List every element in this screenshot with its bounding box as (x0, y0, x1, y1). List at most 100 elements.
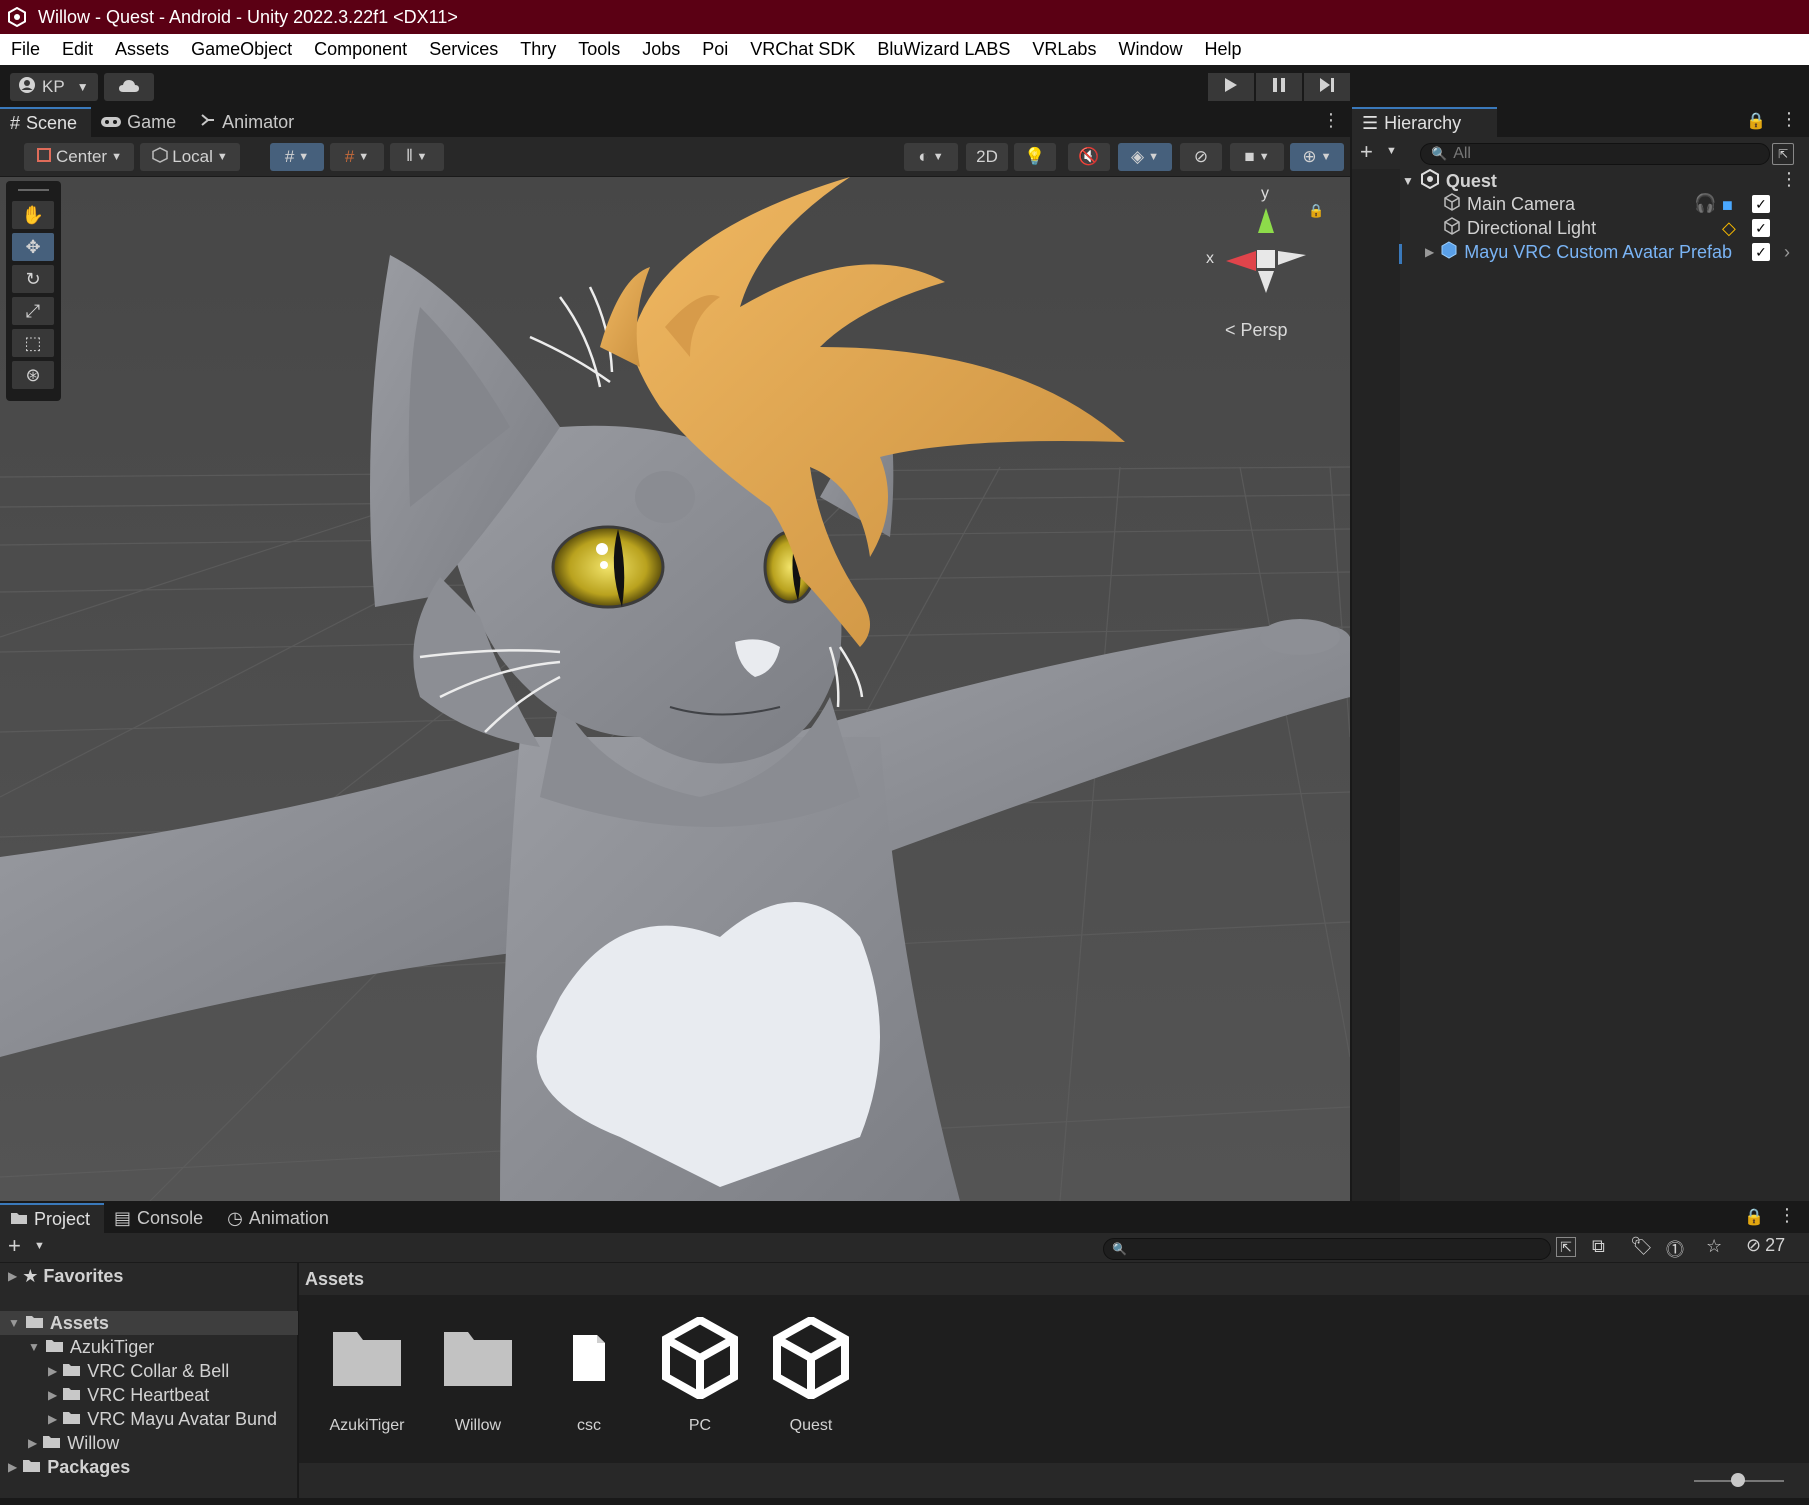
tree-willow[interactable]: ▶ Willow (28, 1431, 119, 1455)
icon-size-slider-thumb[interactable] (1731, 1473, 1745, 1487)
scale-tool-button[interactable]: ⤢ (12, 297, 54, 325)
hidden-packages-toggle[interactable]: ⊘ 27 (1746, 1235, 1785, 1256)
asset-item[interactable]: AzukiTiger (312, 1310, 422, 1435)
expand-arrow-icon[interactable]: ▼ (28, 1340, 40, 1354)
asset-item[interactable]: Willow (423, 1310, 533, 1435)
pivot-mode-dropdown[interactable]: Center ▼ (24, 143, 134, 171)
gizmo-y-axis[interactable] (1258, 208, 1274, 233)
lock-icon[interactable]: 🔒 (1744, 1207, 1764, 1227)
project-menu-icon[interactable]: ⋮ (1778, 1205, 1796, 1226)
menu-tools[interactable]: Tools (567, 39, 631, 60)
chevron-down-icon[interactable]: ▼ (34, 1240, 45, 1252)
menu-help[interactable]: Help (1193, 39, 1252, 60)
expand-arrow-icon[interactable]: ▶ (48, 1412, 57, 1426)
chevron-right-icon[interactable]: › (1784, 242, 1790, 263)
tab-game[interactable]: Game (91, 107, 190, 137)
expand-arrow-icon[interactable]: ▶ (1425, 245, 1434, 259)
gizmo-lock-icon[interactable]: 🔒 (1308, 203, 1324, 219)
hierarchy-menu-icon[interactable]: ⋮ (1780, 109, 1798, 130)
active-checkbox[interactable]: ✓ (1752, 219, 1770, 237)
move-tool-button[interactable]: ✥ (12, 233, 54, 261)
rotate-tool-button[interactable]: ↻ (12, 265, 54, 293)
label-tag-icon[interactable]: 🏷 (1630, 1236, 1653, 1257)
expand-arrow-icon[interactable]: ▼ (8, 1316, 20, 1330)
menu-services[interactable]: Services (418, 39, 509, 60)
menu-bluwizard-labs[interactable]: BluWizard LABS (866, 39, 1021, 60)
create-plus-button[interactable]: + (1360, 139, 1373, 165)
tab-animator[interactable]: Animator (190, 107, 308, 137)
scene-menu-icon[interactable]: ⋮ (1780, 169, 1798, 190)
transform-tool-button[interactable]: ⊛ (12, 361, 54, 389)
tree-packages[interactable]: ▶ Packages (8, 1455, 130, 1479)
expand-arrow-icon[interactable]: ▶ (48, 1388, 57, 1402)
hierarchy-item-avatar-prefab[interactable]: ▶ Mayu VRC Custom Avatar Prefab (1425, 240, 1745, 264)
tree-favorites[interactable]: ▶ ★ Favorites (8, 1264, 123, 1288)
menu-edit[interactable]: Edit (51, 39, 104, 60)
hierarchy-search-input[interactable]: 🔍 All (1420, 143, 1770, 165)
warning-icon[interactable]: ⓵ (1666, 1236, 1684, 1262)
expand-arrow-icon[interactable]: ▶ (8, 1269, 17, 1283)
expand-arrow-icon[interactable]: ▶ (48, 1364, 57, 1378)
grid-snap-toggle[interactable]: # ▼ (270, 143, 324, 171)
tab-hierarchy[interactable]: ☰ Hierarchy (1352, 107, 1497, 137)
gizmo-neg-y-axis[interactable] (1258, 271, 1274, 293)
asset-item[interactable]: csc (534, 1310, 644, 1435)
create-plus-button[interactable]: + (8, 1233, 21, 1259)
tree-azukitiger[interactable]: ▼ AzukiTiger (28, 1335, 154, 1359)
hand-tool-button[interactable]: ✋ (12, 201, 54, 229)
rect-tool-button[interactable]: ⬚ (12, 329, 54, 357)
search-scope-icon[interactable]: ⇱ (1556, 1237, 1576, 1257)
asset-item[interactable]: PC (645, 1310, 755, 1435)
menu-poi[interactable]: Poi (691, 39, 739, 60)
project-search-input[interactable]: 🔍 (1103, 1238, 1551, 1260)
audio-toggle[interactable]: 🔇 (1068, 143, 1110, 171)
active-checkbox[interactable]: ✓ (1752, 195, 1770, 213)
step-button[interactable] (1304, 73, 1350, 101)
cloud-button[interactable] (104, 73, 154, 101)
effects-toggle[interactable]: ◈ ▼ (1118, 143, 1172, 171)
scene-panel-menu-icon[interactable]: ⋮ (1322, 110, 1340, 131)
visibility-toggle[interactable]: ⊘ (1180, 143, 1222, 171)
pivot-rotation-dropdown[interactable]: Local ▼ (140, 143, 240, 171)
hierarchy-item-main-camera[interactable]: Main Camera (1443, 192, 1575, 216)
camera-settings-dropdown[interactable]: ■ ▼ (1230, 143, 1284, 171)
breadcrumb-assets[interactable]: Assets (305, 1269, 364, 1290)
menu-vrlabs[interactable]: VRLabs (1021, 39, 1107, 60)
menu-file[interactable]: File (0, 39, 51, 60)
scene-viewport[interactable] (0, 177, 1350, 1201)
ruler-toggle[interactable]: 𝍪 ▼ (390, 143, 444, 171)
gizmo-center-cube[interactable] (1257, 250, 1275, 268)
gizmos-toggle[interactable]: ⊕ ▼ (1290, 143, 1344, 171)
shading-mode-dropdown[interactable]: ◐ ▼ (904, 143, 958, 171)
tab-scene[interactable]: # Scene (0, 107, 92, 137)
account-dropdown[interactable]: KP ▼ (10, 73, 98, 101)
asset-item[interactable]: Quest (756, 1310, 866, 1435)
tree-vrc-collar-bell[interactable]: ▶ VRC Collar & Bell (48, 1359, 229, 1383)
expand-arrow-icon[interactable]: ▶ (28, 1436, 37, 1450)
tab-animation[interactable]: ◷ Animation (217, 1203, 343, 1233)
search-filter-icon[interactable]: ⇱ (1772, 143, 1794, 165)
increment-snap-toggle[interactable]: # ▼ (330, 143, 384, 171)
menu-assets[interactable]: Assets (104, 39, 180, 60)
tree-vrc-heartbeat[interactable]: ▶ VRC Heartbeat (48, 1383, 209, 1407)
tab-console[interactable]: ▤ Console (104, 1203, 217, 1233)
chevron-down-icon[interactable]: ▼ (1386, 145, 1397, 157)
tab-project[interactable]: Project (0, 1203, 105, 1233)
tree-assets[interactable]: ▼ Assets (8, 1311, 109, 1335)
active-checkbox[interactable]: ✓ (1752, 243, 1770, 261)
menu-thry[interactable]: Thry (509, 39, 567, 60)
play-button[interactable] (1208, 73, 1254, 101)
tools-drag-handle[interactable] (18, 189, 49, 197)
expand-arrow-icon[interactable]: ▶ (8, 1460, 17, 1474)
gizmo-neg-x-axis[interactable] (1278, 251, 1306, 265)
menu-gameobject[interactable]: GameObject (180, 39, 303, 60)
scene-root-row[interactable]: ▼ Quest (1402, 168, 1497, 193)
projection-toggle[interactable]: < Persp (1225, 320, 1288, 341)
menu-vrchat-sdk[interactable]: VRChat SDK (739, 39, 866, 60)
favorite-star-icon[interactable]: ☆ (1706, 1236, 1722, 1257)
menu-jobs[interactable]: Jobs (631, 39, 691, 60)
tree-vrc-mayu-avatar[interactable]: ▶ VRC Mayu Avatar Bund (48, 1407, 298, 1431)
hierarchy-item-directional-light[interactable]: Directional Light (1443, 216, 1596, 240)
lighting-toggle[interactable]: 💡 (1014, 143, 1056, 171)
filter-type-icon[interactable]: ⧉ (1592, 1236, 1605, 1257)
